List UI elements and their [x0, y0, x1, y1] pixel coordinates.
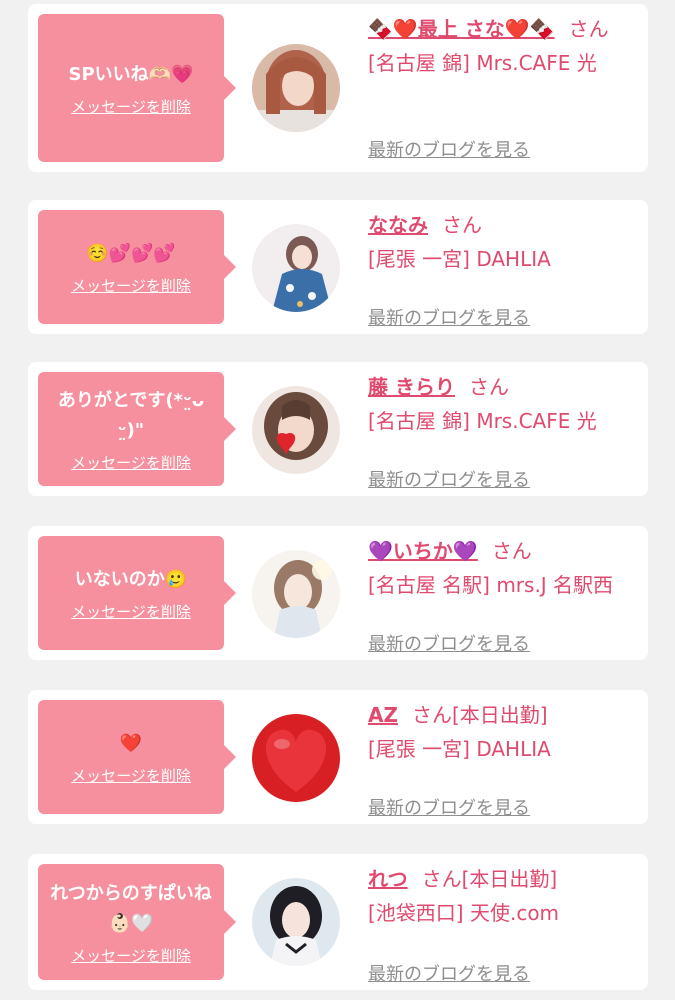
shop-label: [尾張 一宮] DAHLIA	[368, 737, 551, 761]
latest-blog-link[interactable]: 最新のブログを見る	[368, 630, 530, 656]
delete-message-link[interactable]: メッセージを削除	[71, 275, 191, 296]
photo-woman-yukata-icon	[252, 224, 340, 312]
message-bubble: いないのか🥲 メッセージを削除	[38, 536, 236, 650]
latest-blog-link[interactable]: 最新のブログを見る	[368, 960, 530, 986]
delete-message-link[interactable]: メッセージを削除	[71, 452, 191, 473]
shop-label: [名古屋 錦] Mrs.CAFE 光	[368, 409, 597, 433]
latest-blog-link[interactable]: 最新のブログを見る	[368, 794, 530, 820]
message-text: れつからのすぱいね👶🏻🤍	[50, 882, 212, 934]
avatar[interactable]	[252, 386, 340, 474]
delete-message-link[interactable]: メッセージを削除	[71, 601, 191, 622]
delete-message-link[interactable]: メッセージを削除	[71, 945, 191, 966]
message-bubble: ありがとです(*ᵕ̤ᴗᵕ̤)" メッセージを削除	[38, 372, 236, 486]
sender-name-link[interactable]: 藤 きらり	[368, 375, 455, 399]
message-card: いないのか🥲 メッセージを削除 💜いちか💜 さん [名古屋 名駅] mrs.J 名…	[28, 526, 648, 660]
message-text: ❤️	[119, 732, 143, 754]
avatar[interactable]	[252, 878, 340, 966]
avatar[interactable]	[252, 224, 340, 312]
message-text: いないのか🥲	[74, 568, 188, 590]
sender-info: 藤 きらり さん [名古屋 錦] Mrs.CAFE 光 最新のブログを見る	[368, 372, 638, 491]
photo-woman-light-hair-icon	[252, 44, 340, 132]
shop-label: [尾張 一宮] DAHLIA	[368, 247, 551, 271]
message-card: ありがとです(*ᵕ̤ᴗᵕ̤)" メッセージを削除 藤 きらり さん [名古屋 錦]…	[28, 362, 648, 496]
message-text: ☺️💕💕💕	[86, 242, 176, 264]
shop-label: [池袋西口] 天使.com	[368, 901, 560, 925]
sender-info: 💜いちか💜 さん [名古屋 名駅] mrs.J 名駅西 最新のブログを見る	[368, 536, 638, 655]
sender-info: AZ さん[本日出勤] [尾張 一宮] DAHLIA 最新のブログを見る	[368, 700, 638, 819]
honorific: さん	[491, 539, 532, 563]
shop-label: [名古屋 錦] Mrs.CAFE 光	[368, 51, 597, 75]
shop-label: [名古屋 名駅] mrs.J 名駅西	[368, 573, 614, 597]
latest-blog-link[interactable]: 最新のブログを見る	[368, 304, 530, 330]
delete-message-link[interactable]: メッセージを削除	[71, 96, 191, 117]
sender-name-link[interactable]: AZ	[368, 703, 398, 727]
photo-red-heart-icon	[252, 714, 340, 802]
attendance-status: [本日出勤]	[461, 867, 558, 891]
message-bubble: SPいいね🫶🏻💗 メッセージを削除	[38, 14, 236, 162]
message-list: SPいいね🫶🏻💗 メッセージを削除 🍫❤️最上 さな❤️🍫 さん [名古屋 錦] …	[0, 0, 675, 1000]
latest-blog-link[interactable]: 最新のブログを見る	[368, 466, 530, 492]
message-bubble: ☺️💕💕💕 メッセージを削除	[38, 210, 236, 324]
sender-name-link[interactable]: ななみ	[368, 213, 428, 237]
honorific: さん	[568, 17, 609, 41]
honorific: さん	[421, 867, 462, 891]
message-card: SPいいね🫶🏻💗 メッセージを削除 🍫❤️最上 さな❤️🍫 さん [名古屋 錦] …	[28, 4, 648, 172]
message-text: ありがとです(*ᵕ̤ᴗᵕ̤)"	[57, 389, 205, 441]
message-bubble: れつからのすぱいね👶🏻🤍 メッセージを削除	[38, 864, 236, 980]
avatar[interactable]	[252, 714, 340, 802]
latest-blog-link[interactable]: 最新のブログを見る	[368, 136, 530, 162]
message-bubble: ❤️ メッセージを削除	[38, 700, 236, 814]
sender-name-link[interactable]: 🍫❤️最上 さな❤️🍫	[368, 17, 555, 41]
honorific: さん	[411, 703, 452, 727]
photo-woman-dark-hair-icon	[252, 878, 340, 966]
sender-info: ななみ さん [尾張 一宮] DAHLIA 最新のブログを見る	[368, 210, 638, 329]
message-card: れつからのすぱいね👶🏻🤍 メッセージを削除 れつ さん[本日出勤] [池袋西口] …	[28, 854, 648, 990]
photo-woman-heart-sticker-icon	[252, 386, 340, 474]
avatar[interactable]	[252, 550, 340, 638]
message-card: ❤️ メッセージを削除 AZ さん[本日出勤] [尾張 一宮] DAHLIA 最新…	[28, 690, 648, 824]
delete-message-link[interactable]: メッセージを削除	[71, 765, 191, 786]
avatar[interactable]	[252, 44, 340, 132]
sender-info: 🍫❤️最上 さな❤️🍫 さん [名古屋 錦] Mrs.CAFE 光 最新のブログを…	[368, 14, 638, 161]
message-text: SPいいね🫶🏻💗	[68, 63, 194, 85]
sender-name-link[interactable]: れつ	[368, 867, 408, 891]
sender-name-link[interactable]: 💜いちか💜	[368, 539, 478, 563]
honorific: さん	[468, 375, 509, 399]
photo-woman-bright-icon	[252, 550, 340, 638]
message-card: ☺️💕💕💕 メッセージを削除 ななみ さん [尾張 一宮] DAHLIA 最新のブ…	[28, 200, 648, 334]
attendance-status: [本日出勤]	[451, 703, 548, 727]
sender-info: れつ さん[本日出勤] [池袋西口] 天使.com 最新のブログを見る	[368, 864, 638, 985]
honorific: さん	[442, 213, 482, 237]
